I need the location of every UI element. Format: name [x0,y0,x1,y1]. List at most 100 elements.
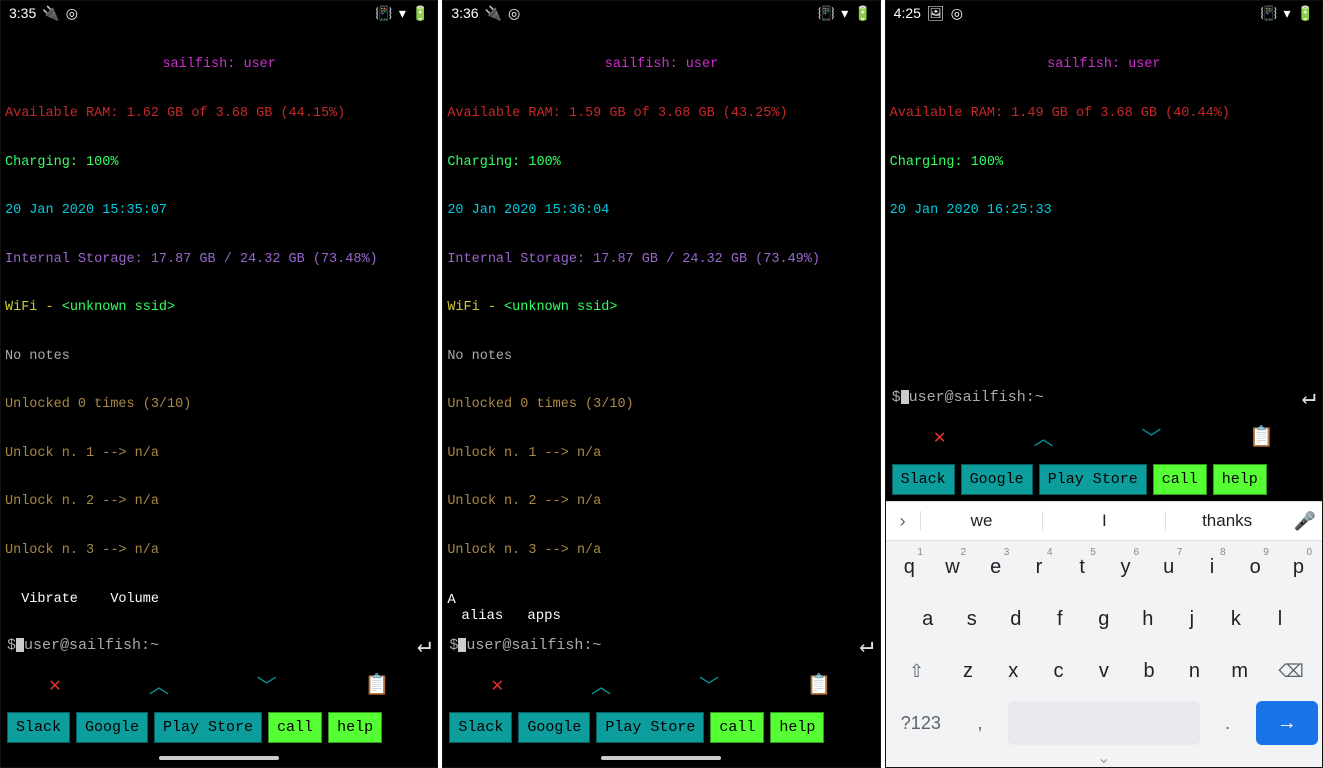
comma-key[interactable]: , [956,701,1004,745]
up-icon[interactable]: ︿ [591,670,611,700]
key-n[interactable]: n [1174,649,1215,693]
enter-icon[interactable]: ↵ [417,630,431,660]
screen-2: 3:36 🔌 ◎ 📳 ▾ 🔋 sailfish: user Available … [442,0,880,768]
shortcut-call[interactable]: call [710,712,764,743]
key-j[interactable]: j [1172,597,1212,641]
shortcut-google[interactable]: Google [961,464,1033,495]
charging-line: Charging: 100% [5,155,433,171]
key-b[interactable]: b [1128,649,1169,693]
chevron-right-icon[interactable]: › [886,511,920,532]
shortcut-help[interactable]: help [328,712,382,743]
host-line: sailfish: user [5,57,433,73]
clipboard-icon[interactable]: 📋 [1249,424,1274,450]
tool-row: ✕ ︿ ﹀ 📋 [1,664,437,706]
key-a[interactable]: a [908,597,948,641]
mic-icon[interactable]: 🎤 [1288,511,1322,532]
command-input-row[interactable]: $ user@sailfish:~ ↵ [443,626,879,664]
suggestion[interactable]: thanks [1165,511,1288,531]
enter-key[interactable]: → [1256,701,1318,745]
cursor [16,638,24,652]
vibrate-icon: 📳 [1260,5,1277,22]
usb-icon: 🔌 [42,5,59,22]
unlocked-line: Unlocked 0 times (3/10) [5,397,433,413]
close-icon[interactable]: ✕ [934,424,946,450]
shortcut-help[interactable]: help [770,712,824,743]
terminal-output: sailfish: user Available RAM: 1.49 GB of… [886,25,1322,225]
clipboard-icon[interactable]: 📋 [807,672,832,698]
screen-1: 3:35 🔌 ◎ 📳 ▾ 🔋 sailfish: user Available … [0,0,438,768]
key-l[interactable]: l [1260,597,1300,641]
key-m[interactable]: m [1219,649,1260,693]
sync-icon: ◎ [508,5,520,22]
key-u[interactable]: 7u [1149,545,1188,589]
key-h[interactable]: h [1128,597,1168,641]
shortcut-call[interactable]: call [268,712,322,743]
key-z[interactable]: z [947,649,988,693]
wifi-line: WiFi - <unknown ssid> [5,300,433,316]
close-icon[interactable]: ✕ [49,672,61,698]
status-time: 4:25 [894,5,921,21]
shortcut-slack[interactable]: Slack [449,712,512,743]
key-d[interactable]: d [996,597,1036,641]
key-o[interactable]: 9o [1236,545,1275,589]
shortcut-play-store[interactable]: Play Store [154,712,262,743]
command-alias[interactable]: alias [461,608,503,625]
terminal-output: sailfish: user Available RAM: 1.62 GB of… [1,25,437,626]
down-icon[interactable]: ﹀ [257,670,277,700]
command-input-row[interactable]: $ user@sailfish:~ ↵ [886,378,1322,416]
key-g[interactable]: g [1084,597,1124,641]
shortcut-slack[interactable]: Slack [7,712,70,743]
key-r[interactable]: 4r [1019,545,1058,589]
shortcut-call[interactable]: call [1153,464,1207,495]
no-notes: No notes [5,349,433,365]
space-key[interactable] [1008,701,1200,745]
shortcut-slack[interactable]: Slack [892,464,955,495]
date-line: 20 Jan 2020 15:35:07 [5,203,433,219]
backspace-key[interactable]: ⌫ [1264,649,1318,693]
shortcut-help[interactable]: help [1213,464,1267,495]
period-key[interactable]: . [1204,701,1252,745]
key-v[interactable]: v [1083,649,1124,693]
grab-handle-icon[interactable]: ⌄ [1097,748,1110,768]
suggestion[interactable]: we [920,511,1043,531]
key-e[interactable]: 3e [976,545,1015,589]
shortcut-row: SlackGooglePlay Storecallhelp [1,706,437,749]
vibrate-icon: 📳 [375,5,392,22]
soft-keyboard[interactable]: › we I thanks 🎤 1q2w3e4r5t6y7u8i9o0p asd… [886,501,1322,767]
suggestion-bar: › we I thanks 🎤 [886,501,1322,541]
down-icon[interactable]: ﹀ [699,670,719,700]
close-icon[interactable]: ✕ [491,672,503,698]
numbers-key[interactable]: ?123 [890,701,952,745]
key-y[interactable]: 6y [1106,545,1145,589]
key-x[interactable]: x [993,649,1034,693]
command-apps[interactable]: apps [527,608,561,625]
clipboard-icon[interactable]: 📋 [365,672,390,698]
shortcut-play-store[interactable]: Play Store [1039,464,1147,495]
enter-icon[interactable]: ↵ [859,630,873,660]
up-icon[interactable]: ︿ [149,670,169,700]
prompt-text: user@sailfish:~ [24,637,159,654]
key-t[interactable]: 5t [1063,545,1102,589]
shortcut-play-store[interactable]: Play Store [596,712,704,743]
usb-icon: 🔌 [485,5,502,22]
up-icon[interactable]: ︿ [1033,422,1053,452]
key-k[interactable]: k [1216,597,1256,641]
status-time: 3:35 [9,5,36,21]
suggestion[interactable]: I [1042,511,1165,531]
command-input-row[interactable]: $ user@sailfish:~ ↵ [1,626,437,664]
shift-key[interactable]: ⇧ [890,649,944,693]
key-s[interactable]: s [952,597,992,641]
key-i[interactable]: 8i [1192,545,1231,589]
key-c[interactable]: c [1038,649,1079,693]
key-f[interactable]: f [1040,597,1080,641]
wifi-icon: ▾ [399,5,406,22]
key-p[interactable]: 0p [1279,545,1318,589]
down-icon[interactable]: ﹀ [1141,422,1161,452]
key-q[interactable]: 1q [890,545,929,589]
shortcut-google[interactable]: Google [76,712,148,743]
ram-line: Available RAM: 1.62 GB of 3.68 GB (44.15… [5,106,433,122]
enter-icon[interactable]: ↵ [1302,382,1316,412]
shortcut-google[interactable]: Google [518,712,590,743]
nav-bar[interactable] [1,749,437,767]
key-w[interactable]: 2w [933,545,972,589]
